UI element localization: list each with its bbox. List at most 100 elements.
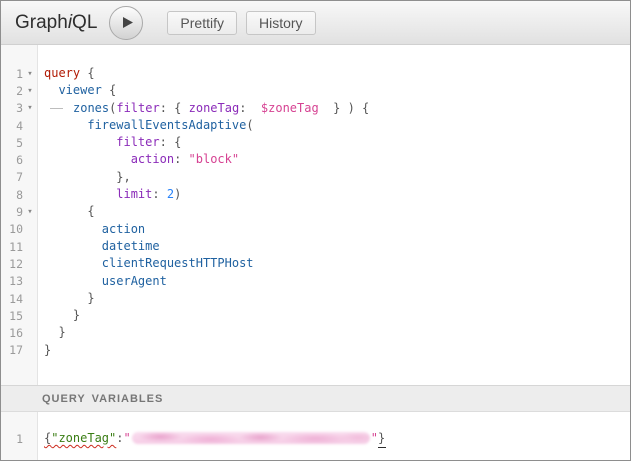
code-line[interactable]: action: "block" xyxy=(44,151,630,168)
code-line[interactable]: action xyxy=(44,221,630,238)
code-line[interactable]: } xyxy=(44,307,630,324)
gutter-line: 5 xyxy=(1,134,37,151)
code-line[interactable]: limit: 2) xyxy=(44,186,630,203)
code-token: "block" xyxy=(189,152,240,166)
code-line[interactable]: { xyxy=(44,203,630,220)
line-number: 3 xyxy=(1,101,23,115)
history-button[interactable]: History xyxy=(246,11,316,35)
code-token: : xyxy=(160,135,174,149)
play-icon xyxy=(122,16,134,29)
code-token: datetime xyxy=(102,239,160,253)
gutter-line: 12 xyxy=(1,255,37,272)
query-variables-title: QUERY VARIABLES xyxy=(42,393,163,405)
line-number: 14 xyxy=(1,292,23,306)
line-number: 4 xyxy=(1,119,23,133)
topbar: GraphiQL Prettify History xyxy=(1,1,630,45)
code-token xyxy=(44,204,87,218)
gutter-line: 4 xyxy=(1,117,37,134)
code-line[interactable]: datetime xyxy=(44,238,630,255)
line-number: 8 xyxy=(1,188,23,202)
code-token xyxy=(44,83,58,97)
code-token xyxy=(44,291,87,305)
line-number: 1 xyxy=(1,432,23,446)
graphiql-logo: GraphiQL xyxy=(15,12,97,34)
code-token xyxy=(44,170,116,184)
line-number: 15 xyxy=(1,309,23,323)
code-line[interactable]: query { xyxy=(44,65,630,82)
line-number: 6 xyxy=(1,153,23,167)
logo-text: Graph xyxy=(15,12,68,33)
gutter-line: 10 xyxy=(1,221,37,238)
code-token: "zoneTag" xyxy=(51,431,116,445)
line-number: 16 xyxy=(1,326,23,340)
code-token: " xyxy=(124,431,131,445)
code-token: } xyxy=(87,291,94,305)
query-variables-header[interactable]: QUERY VARIABLES xyxy=(1,385,630,412)
code-token xyxy=(44,187,116,201)
code-token: } xyxy=(73,308,80,322)
code-token xyxy=(44,325,58,339)
gutter-line: 15 xyxy=(1,307,37,324)
code-token: } ) { xyxy=(319,101,370,115)
code-token: action xyxy=(102,222,145,236)
gutter-line: 13 xyxy=(1,273,37,290)
code-token: clientRequestHTTPHost xyxy=(102,256,254,270)
fold-arrow-icon[interactable]: ▾ xyxy=(23,69,37,79)
fold-arrow-icon[interactable]: ▾ xyxy=(23,86,37,96)
code-token xyxy=(44,152,131,166)
line-number: 2 xyxy=(1,84,23,98)
code-line[interactable]: {"zoneTag":""} xyxy=(44,430,630,447)
code-token: zones xyxy=(73,101,109,115)
fold-arrow-icon[interactable]: ▾ xyxy=(23,207,37,217)
code-line[interactable]: } xyxy=(44,290,630,307)
gutter-line: 8 xyxy=(1,186,37,203)
code-token xyxy=(44,118,87,132)
code-line[interactable]: } xyxy=(44,342,630,359)
code-token: zoneTag xyxy=(189,101,240,115)
code-token: { xyxy=(102,83,116,97)
variables-code-area[interactable]: {"zoneTag":""} xyxy=(38,412,630,460)
code-token: { xyxy=(87,204,94,218)
code-token xyxy=(44,274,102,288)
gutter-line: 9▾ xyxy=(1,203,37,220)
code-token: : xyxy=(152,187,166,201)
query-line-number-gutter: 1▾2▾3▾456789▾1011121314151617 xyxy=(1,45,38,385)
code-token: : xyxy=(174,152,188,166)
code-token: : xyxy=(239,101,261,115)
code-line[interactable]: clientRequestHTTPHost xyxy=(44,255,630,272)
code-line[interactable]: userAgent xyxy=(44,273,630,290)
gutter-line: 6 xyxy=(1,151,37,168)
code-line[interactable]: } xyxy=(44,324,630,341)
line-number: 9 xyxy=(1,205,23,219)
code-token xyxy=(44,222,102,236)
line-number: 10 xyxy=(1,222,23,236)
line-number: 11 xyxy=(1,240,23,254)
code-token xyxy=(44,308,73,322)
query-editor[interactable]: 1▾2▾3▾456789▾1011121314151617 query { vi… xyxy=(1,45,630,385)
fold-arrow-icon[interactable]: ▾ xyxy=(23,103,37,113)
code-line[interactable]: filter: { xyxy=(44,134,630,151)
code-token: limit xyxy=(116,187,152,201)
query-code-area[interactable]: query { viewer {zones(filter: { zoneTag:… xyxy=(38,45,630,385)
code-token: filter xyxy=(116,101,159,115)
line-number: 13 xyxy=(1,274,23,288)
code-line[interactable]: viewer { xyxy=(44,82,630,99)
code-token xyxy=(44,135,116,149)
code-token: { xyxy=(174,135,181,149)
variables-editor[interactable]: 1 {"zoneTag":""} xyxy=(1,412,630,460)
gutter-line: 1 xyxy=(1,430,37,447)
code-line[interactable]: firewallEventsAdaptive( xyxy=(44,117,630,134)
gutter-line: 14 xyxy=(1,290,37,307)
gutter-line: 3▾ xyxy=(1,100,37,117)
execute-query-button[interactable] xyxy=(109,6,143,40)
code-token: viewer xyxy=(58,83,101,97)
code-token: filter xyxy=(116,135,159,149)
code-token xyxy=(44,256,102,270)
gutter-line: 2▾ xyxy=(1,82,37,99)
gutter-line: 17 xyxy=(1,342,37,359)
code-token: { xyxy=(80,66,94,80)
code-line[interactable]: zones(filter: { zoneTag: $zoneTag } ) { xyxy=(44,100,630,117)
code-token: ) xyxy=(174,187,181,201)
prettify-button[interactable]: Prettify xyxy=(167,11,237,35)
code-line[interactable]: }, xyxy=(44,169,630,186)
